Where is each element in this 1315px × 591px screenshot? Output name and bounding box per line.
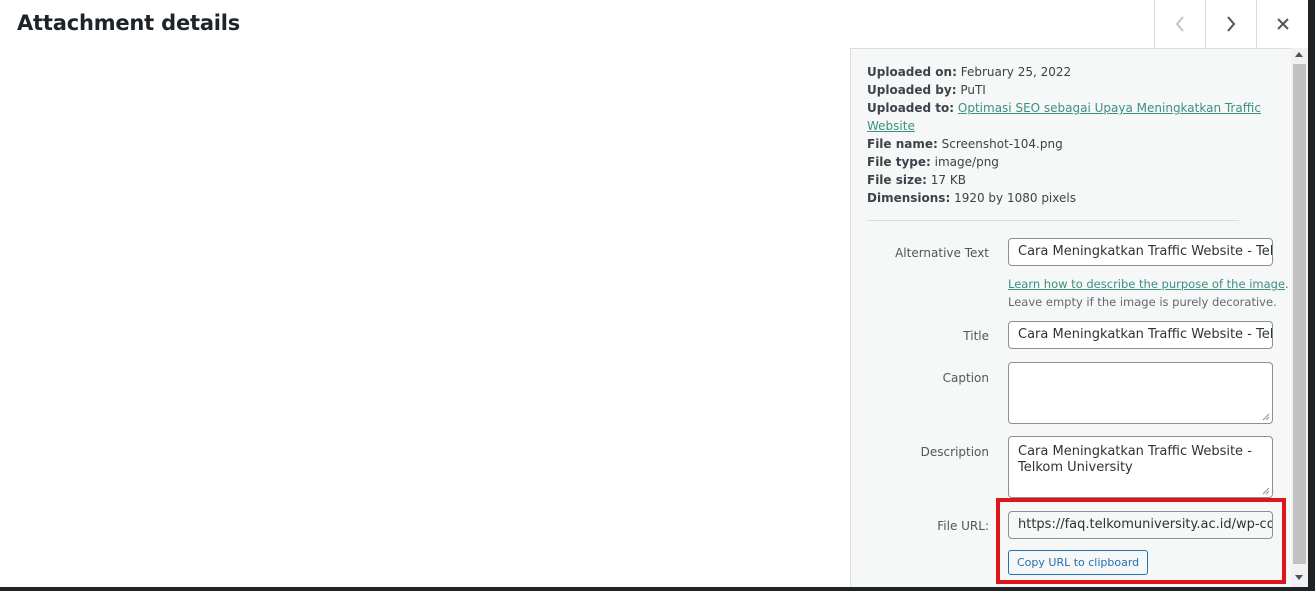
alt-text-label: Alternative Text (895, 246, 989, 260)
scroll-down-arrow-icon[interactable] (1295, 575, 1303, 580)
dimensions-value: 1920 by 1080 pixels (954, 191, 1076, 205)
file-url-label: File URL: (937, 519, 989, 533)
chevron-right-icon (1227, 16, 1236, 32)
alt-text-input[interactable]: Cara Meningkatkan Traffic Website - Telk… (1008, 238, 1273, 266)
uploaded-on-value: February 25, 2022 (960, 65, 1072, 79)
file-name-row: File name: Screenshot-104.png (867, 135, 1227, 153)
uploaded-to-row: Uploaded to: Optimasi SEO sebagai Upaya … (867, 99, 1261, 117)
alt-text-help: Learn how to describe the purpose of the… (1008, 275, 1289, 311)
modal-header: Attachment details (0, 0, 1308, 48)
scroll-up-arrow-icon[interactable] (1295, 52, 1303, 57)
file-size-value: 17 KB (930, 173, 966, 187)
file-name-label: File name: (867, 137, 938, 151)
close-button[interactable] (1256, 0, 1308, 48)
alt-text-help-period: . (1285, 277, 1289, 291)
description-value: Cara Meningkatkan Traffic Website - Telk… (1018, 444, 1252, 475)
file-details: Uploaded on: February 25, 2022 Uploaded … (867, 63, 1261, 207)
description-label: Description (920, 445, 989, 459)
description-textarea[interactable]: Cara Meningkatkan Traffic Website - Telk… (1008, 436, 1273, 498)
file-type-row: File type: image/png (867, 153, 1227, 171)
resize-handle-icon[interactable] (1262, 413, 1270, 421)
uploaded-by-label: Uploaded by: (867, 83, 957, 97)
title-input[interactable]: Cara Meningkatkan Traffic Website - Telk… (1008, 321, 1273, 349)
caption-label: Caption (942, 371, 989, 385)
red-highlight-box (996, 498, 1286, 584)
file-type-label: File type: (867, 155, 931, 169)
uploaded-on-row: Uploaded on: February 25, 2022 (867, 63, 1227, 81)
chevron-left-icon (1175, 16, 1184, 32)
modal-title: Attachment details (17, 11, 241, 35)
dimensions-row: Dimensions: 1920 by 1080 pixels (867, 189, 1227, 207)
uploaded-by-row: Uploaded by: PuTI (867, 81, 1227, 99)
uploaded-to-link-cont[interactable]: Website (867, 119, 915, 133)
dimensions-label: Dimensions: (867, 191, 951, 205)
alt-text-help-link[interactable]: Learn how to describe the purpose of the… (1008, 277, 1285, 291)
file-name-value: Screenshot-104.png (941, 137, 1063, 151)
previous-button[interactable] (1154, 0, 1205, 48)
attachment-preview (0, 48, 850, 587)
uploaded-to-label: Uploaded to: (867, 101, 955, 115)
resize-handle-icon[interactable] (1262, 487, 1270, 495)
close-icon (1276, 18, 1289, 30)
uploaded-by-value: PuTI (960, 83, 986, 97)
file-size-label: File size: (867, 173, 927, 187)
caption-textarea[interactable] (1008, 362, 1273, 424)
uploaded-on-label: Uploaded on: (867, 65, 957, 79)
details-divider (867, 220, 1239, 221)
alt-text-help-text: Leave empty if the image is purely decor… (1008, 295, 1277, 309)
title-label: Title (963, 329, 989, 343)
file-size-row: File size: 17 KB (867, 171, 1227, 189)
uploaded-to-link[interactable]: Optimasi SEO sebagai Upaya Meningkatkan … (958, 101, 1261, 115)
scrollbar-thumb[interactable] (1293, 64, 1306, 564)
file-type-value: image/png (934, 155, 999, 169)
uploaded-to-row-cont: Website (867, 117, 1227, 135)
next-button[interactable] (1205, 0, 1256, 48)
